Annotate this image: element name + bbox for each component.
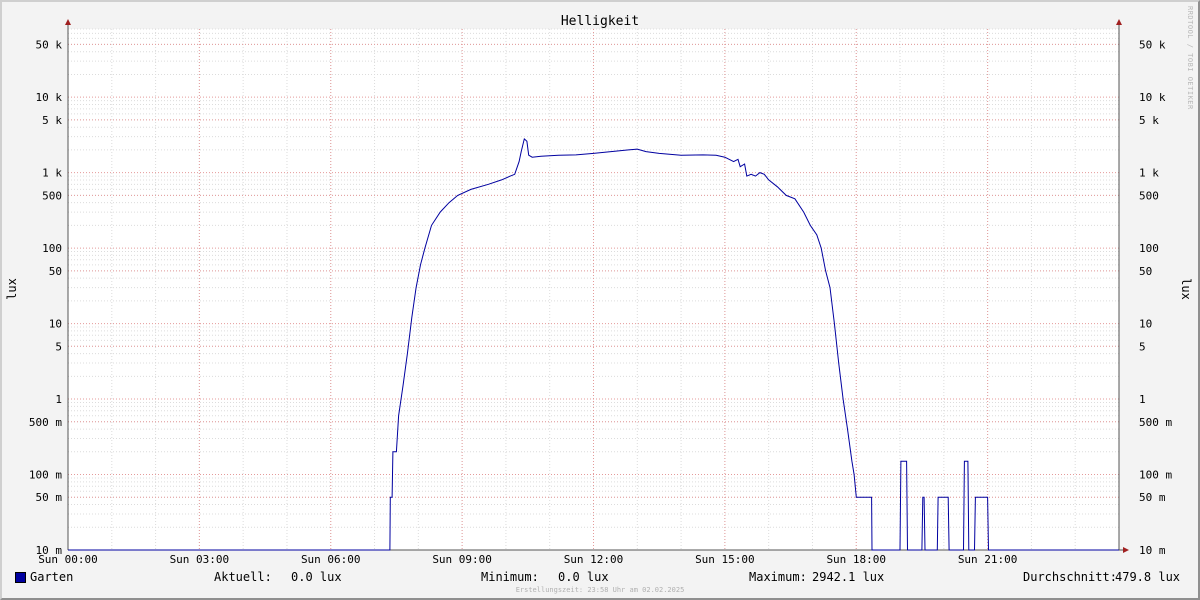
- x-tick-label: Sun 21:00: [958, 553, 1018, 566]
- x-tick-label: Sun 18:00: [826, 553, 886, 566]
- y-axis-left-arrow: [65, 19, 71, 25]
- y-tick-label-right: 500 m: [1139, 416, 1172, 429]
- y-tick-label-right: 10: [1139, 318, 1152, 331]
- x-tick-label: Sun 03:00: [170, 553, 230, 566]
- y-tick-label-left: 500 m: [29, 416, 62, 429]
- y-tick-label-right: 10 m: [1139, 544, 1166, 557]
- y-tick-label-right: 500: [1139, 189, 1159, 202]
- y-tick-label-right: 100: [1139, 242, 1159, 255]
- y-tick-label-left: 500: [42, 189, 62, 202]
- x-tick-label: Sun 00:00: [38, 553, 98, 566]
- creation-timestamp: Erstellungszeit: 23:58 Uhr am 02.02.2025: [515, 586, 685, 594]
- x-tick-label: Sun 12:00: [564, 553, 624, 566]
- x-tick-label: Sun 06:00: [301, 553, 361, 566]
- y-tick-label-left: 10 k: [36, 91, 63, 104]
- y-tick-label-left: 5: [55, 340, 62, 353]
- legend-avg-value: 479.8 lux: [1115, 570, 1181, 584]
- y-tick-label-right: 50 k: [1139, 38, 1166, 51]
- y-axis-title-left: lux: [5, 278, 19, 300]
- legend-current-value: 0.0 lux: [291, 570, 342, 584]
- legend-swatch-garten: [15, 572, 26, 583]
- x-tick-label: Sun 09:00: [432, 553, 492, 566]
- y-tick-label-right: 50 m: [1139, 491, 1166, 504]
- legend-max-value: 2942.1 lux: [812, 570, 885, 584]
- legend-series-name: Garten: [30, 570, 74, 584]
- y-tick-label-left: 50: [49, 265, 62, 278]
- chart-window: 50 k 50 k 10 k 10 k5 k5 k1 k1 k 500 500 100 100…: [0, 0, 1200, 600]
- y-axis-title-right: lux: [1179, 278, 1193, 300]
- y-tick-label-left: 100 m: [29, 469, 62, 482]
- y-tick-label-left: 50 k: [36, 38, 63, 51]
- y-tick-label-left: 50 m: [36, 491, 63, 504]
- legend-max-label: Maximum:: [749, 570, 807, 584]
- x-axis-arrow: [1123, 547, 1129, 553]
- y-tick-label-left: 100: [42, 242, 62, 255]
- y-tick-label-right: 5 k: [1139, 114, 1159, 127]
- y-tick-label-left: 10: [49, 318, 62, 331]
- rrdtool-watermark: RRDTOOL / TOBI OETIKER: [1186, 6, 1194, 110]
- y-tick-label-left: 5 k: [42, 114, 62, 127]
- y-tick-label-right: 100 m: [1139, 469, 1172, 482]
- brightness-chart: 50 k 50 k 10 k 10 k 5 k 5 k 1 k 1 k 500 500 100 100…: [5, 14, 1193, 566]
- legend-min-value: 0.0 lux: [558, 570, 609, 584]
- y-tick-label-right: 50: [1139, 265, 1152, 278]
- y-tick-label-right: 1 k: [1139, 167, 1159, 180]
- chart-title: Helligkeit: [561, 14, 639, 29]
- y-tick-label-left: 1: [55, 393, 62, 406]
- y-axis-right-arrow: [1116, 19, 1122, 25]
- legend-avg-label: Durchschnitt:: [1023, 570, 1117, 584]
- y-tick-label-right: 1: [1139, 393, 1146, 406]
- y-tick-label-left: 1 k: [42, 167, 62, 180]
- y-tick-label-right: 10 k: [1139, 91, 1166, 104]
- x-tick-label: Sun 15:00: [695, 553, 755, 566]
- legend-current-label: Aktuell:: [214, 570, 272, 584]
- legend-min-label: Minimum:: [481, 570, 539, 584]
- y-tick-label-right: 5: [1139, 340, 1146, 353]
